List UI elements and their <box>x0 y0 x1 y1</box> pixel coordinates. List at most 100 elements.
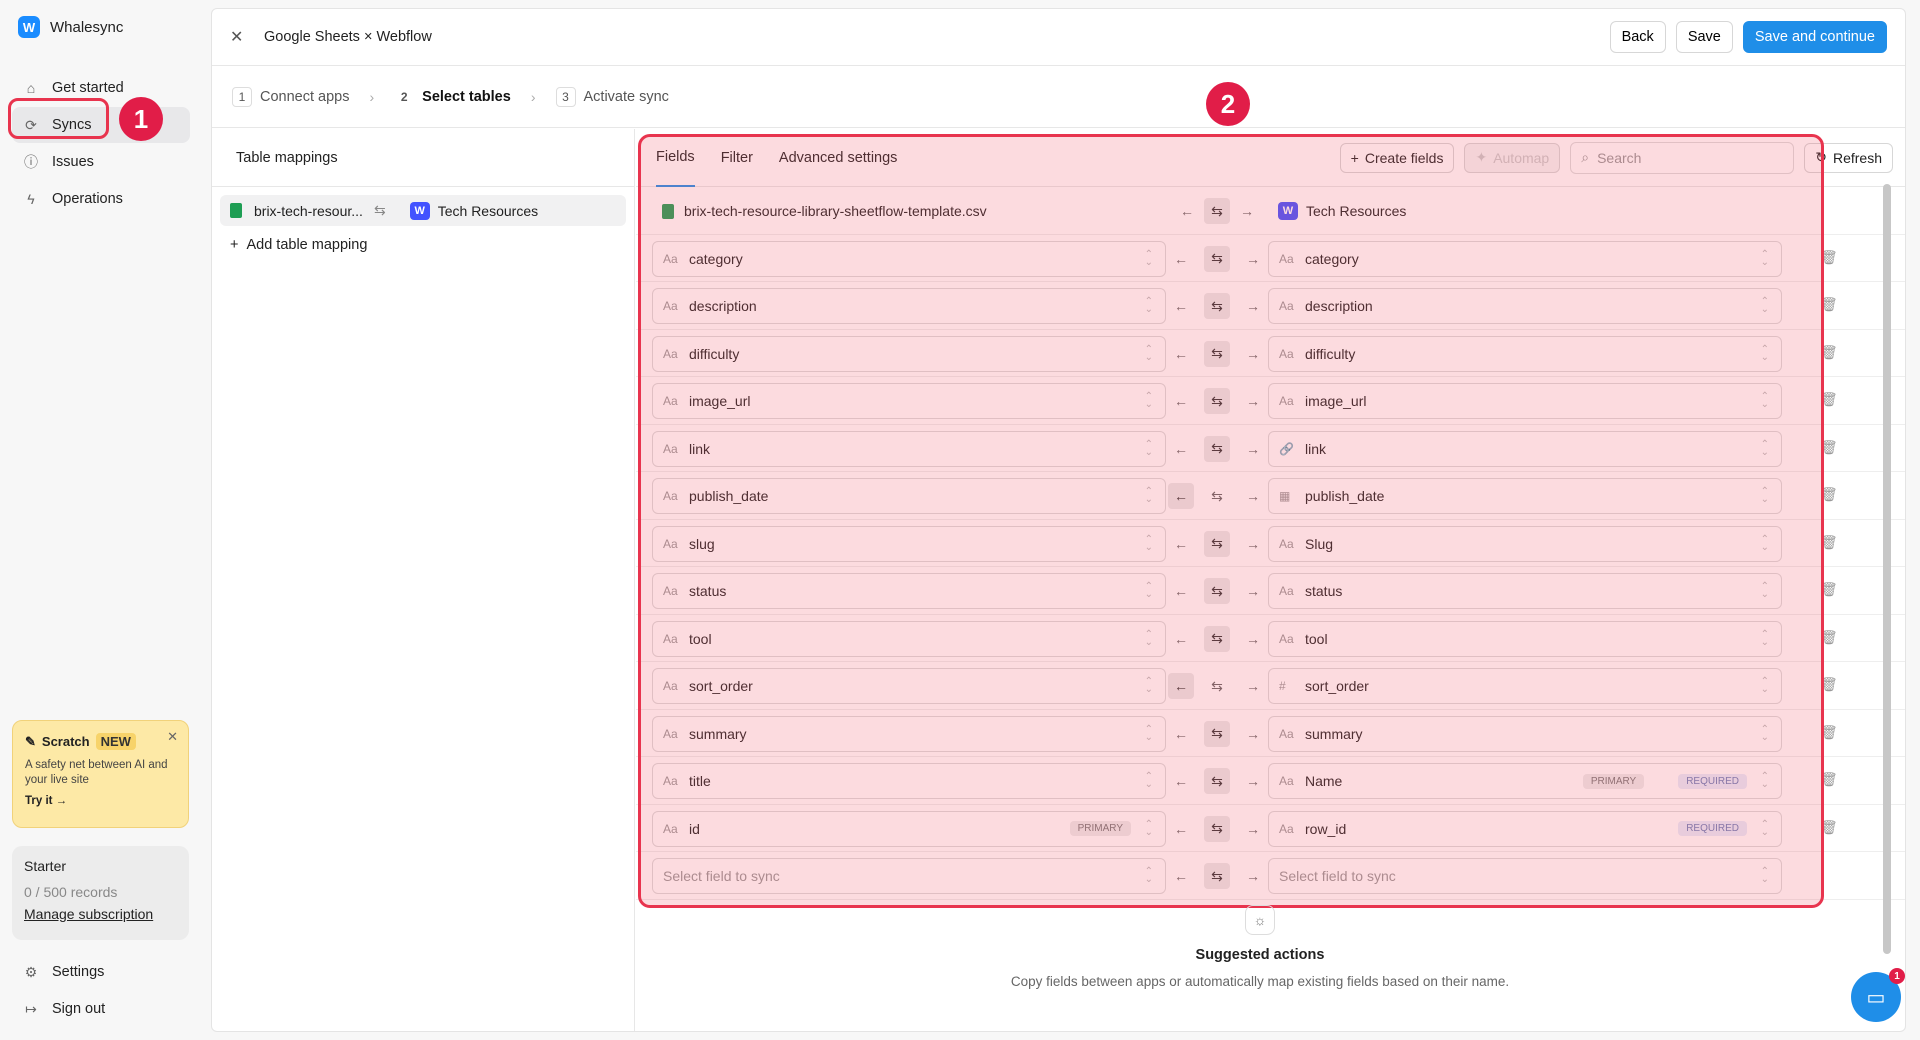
left-field-select[interactable]: Aa summary ⌃ ⌄ <box>652 715 1166 752</box>
arrow-left-icon[interactable]: ← <box>1180 203 1194 219</box>
right-field-select[interactable]: Select field to sync ⌃ ⌄ <box>1268 858 1782 894</box>
arrow-left-icon[interactable]: ← <box>1168 578 1194 604</box>
left-field-select[interactable]: Aa tool ⌃ ⌄ <box>652 620 1166 657</box>
arrow-left-icon[interactable]: ← <box>1168 246 1194 272</box>
manage-subscription-link[interactable]: Manage subscription <box>24 906 177 922</box>
sidebar-item-sign-out[interactable]: ↦ Sign out <box>12 991 190 1027</box>
trash-icon[interactable]: 🗑 <box>1820 249 1838 266</box>
right-field-select[interactable]: # sort_order ⌃ ⌄ <box>1268 668 1782 704</box>
right-field-select[interactable]: Aa Slug ⌃ ⌄ <box>1268 525 1782 562</box>
right-field-select[interactable]: Aa summary ⌃ ⌄ <box>1268 715 1782 752</box>
left-field-select[interactable]: Aa title ⌃ ⌄ <box>652 763 1166 799</box>
arrow-left-icon[interactable]: ← <box>1168 816 1194 842</box>
right-field-select[interactable]: Aa description ⌃ ⌄ <box>1268 288 1782 324</box>
arrow-right-icon[interactable]: → <box>1240 578 1266 604</box>
swap-icon[interactable]: ⇆ <box>1204 388 1230 414</box>
arrow-right-icon[interactable]: → <box>1240 436 1266 462</box>
sidebar-item-settings[interactable]: ⚙ Settings <box>12 954 190 990</box>
arrow-left-icon[interactable]: ← <box>1168 531 1194 557</box>
arrow-right-icon[interactable]: → <box>1240 863 1266 889</box>
arrow-left-icon[interactable]: ← <box>1168 768 1194 794</box>
trash-icon[interactable]: 🗑 <box>1820 391 1838 408</box>
arrow-right-icon[interactable]: → <box>1240 673 1266 699</box>
arrow-right-icon[interactable]: → <box>1240 626 1266 652</box>
right-field-select[interactable]: ▦ publish_date ⌃ ⌄ <box>1268 478 1782 514</box>
arrow-left-icon[interactable]: ← <box>1168 721 1194 747</box>
right-field-select[interactable]: Aa category ⌃ ⌄ <box>1268 240 1782 277</box>
table-mapping-item[interactable]: brix-tech-resour... ⇆ W Tech Resources <box>220 195 626 226</box>
swap-icon[interactable]: ⇆ <box>1204 340 1230 367</box>
trash-icon[interactable]: 🗑 <box>1820 629 1838 646</box>
right-field-select[interactable]: Aa Name PRIMARY REQUIRED ⌃ ⌄ <box>1268 763 1782 799</box>
create-fields-button[interactable]: + Create fields <box>1339 142 1455 173</box>
arrow-right-icon[interactable]: → <box>1240 721 1266 747</box>
trash-icon[interactable]: 🗑 <box>1820 676 1838 693</box>
left-field-select[interactable]: Aa image_url ⌃ ⌄ <box>652 383 1166 419</box>
arrow-left-icon[interactable]: ← <box>1168 673 1194 699</box>
arrow-right-icon[interactable]: → <box>1240 531 1266 557</box>
trash-icon[interactable]: 🗑 <box>1820 486 1838 503</box>
arrow-right-icon[interactable]: → <box>1240 341 1266 367</box>
add-table-mapping-button[interactable]: + Add table mapping <box>230 237 367 253</box>
swap-icon[interactable]: ⇆ <box>1204 483 1230 509</box>
tab-advanced-settings[interactable]: Advanced settings <box>779 129 898 187</box>
swap-icon[interactable]: ⇆ <box>1204 578 1230 604</box>
arrow-right-icon[interactable]: → <box>1240 483 1266 509</box>
left-field-select[interactable]: Select field to sync ⌃ ⌄ <box>652 858 1166 894</box>
swap-icon[interactable]: ⇆ <box>1204 530 1230 557</box>
trash-icon[interactable]: 🗑 <box>1820 771 1838 788</box>
right-field-select[interactable]: Aa difficulty ⌃ ⌄ <box>1268 335 1782 372</box>
arrow-right-icon[interactable]: → <box>1240 293 1266 319</box>
left-field-select[interactable]: Aa publish_date ⌃ ⌄ <box>652 478 1166 514</box>
search-input[interactable]: ⌕ Search <box>1570 141 1795 174</box>
arrow-left-icon[interactable]: ← <box>1168 388 1194 414</box>
right-field-select[interactable]: Aa row_id REQUIRED ⌃ ⌄ <box>1268 810 1782 847</box>
right-field-select[interactable]: 🔗 link ⌃ ⌄ <box>1268 430 1782 467</box>
arrow-left-icon[interactable]: ← <box>1168 863 1194 889</box>
promo-try-link[interactable]: Try it → <box>25 795 176 807</box>
trash-icon[interactable]: 🗑 <box>1820 819 1838 836</box>
swap-icon[interactable]: ⇆ <box>1204 815 1230 842</box>
trash-icon[interactable]: 🗑 <box>1820 534 1838 551</box>
sidebar-item-operations[interactable]: ϟ Operations <box>12 181 190 217</box>
left-field-select[interactable]: Aa description ⌃ ⌄ <box>652 288 1166 324</box>
step-connect-apps[interactable]: 1 Connect apps <box>232 86 349 107</box>
arrow-left-icon[interactable]: ← <box>1168 293 1194 319</box>
trash-icon[interactable]: 🗑 <box>1820 296 1838 313</box>
right-field-select[interactable]: Aa tool ⌃ ⌄ <box>1268 620 1782 657</box>
arrow-left-icon[interactable]: ← <box>1168 341 1194 367</box>
swap-icon[interactable]: ⇆ <box>1204 245 1230 272</box>
left-field-select[interactable]: Aa difficulty ⌃ ⌄ <box>652 335 1166 372</box>
swap-icon[interactable]: ⇆ <box>1204 198 1230 224</box>
right-field-select[interactable]: Aa image_url ⌃ ⌄ <box>1268 383 1782 419</box>
close-icon[interactable]: ✕ <box>230 27 254 47</box>
refresh-button[interactable]: ↻ Refresh <box>1804 142 1893 173</box>
trash-icon[interactable]: 🗑 <box>1820 581 1838 598</box>
arrow-right-icon[interactable]: → <box>1240 246 1266 272</box>
trash-icon[interactable]: 🗑 <box>1820 724 1838 741</box>
swap-icon[interactable]: ⇆ <box>1204 720 1230 747</box>
left-field-select[interactable]: Aa id PRIMARY ⌃ ⌄ <box>652 810 1166 847</box>
save-button[interactable]: Save <box>1675 21 1733 53</box>
save-and-continue-button[interactable]: Save and continue <box>1742 21 1887 53</box>
arrow-right-icon[interactable]: → <box>1240 388 1266 414</box>
chat-button[interactable]: ▭ 1 <box>1851 968 1905 1022</box>
automap-button[interactable]: ✦ Automap <box>1464 142 1561 173</box>
swap-icon[interactable]: ⇆ <box>1204 293 1230 319</box>
left-field-select[interactable]: Aa status ⌃ ⌄ <box>652 573 1166 609</box>
left-field-select[interactable]: Aa category ⌃ ⌄ <box>652 240 1166 277</box>
arrow-left-icon[interactable]: ← <box>1168 436 1194 462</box>
swap-icon[interactable]: ⇆ <box>1204 768 1230 794</box>
step-select-tables[interactable]: 2 Select tables <box>394 87 511 107</box>
arrow-right-icon[interactable]: → <box>1240 816 1266 842</box>
right-field-select[interactable]: Aa status ⌃ ⌄ <box>1268 573 1782 609</box>
tab-filter[interactable]: Filter <box>721 129 753 187</box>
swap-icon[interactable]: ⇆ <box>1204 625 1230 652</box>
swap-icon[interactable]: ⇆ <box>1204 435 1230 462</box>
arrow-left-icon[interactable]: ← <box>1168 626 1194 652</box>
swap-icon[interactable]: ⇆ <box>1204 863 1230 889</box>
arrow-left-icon[interactable]: ← <box>1168 483 1194 509</box>
tab-fields[interactable]: Fields <box>656 129 695 187</box>
arrow-right-icon[interactable]: → <box>1240 768 1266 794</box>
close-icon[interactable]: ✕ <box>167 729 178 745</box>
